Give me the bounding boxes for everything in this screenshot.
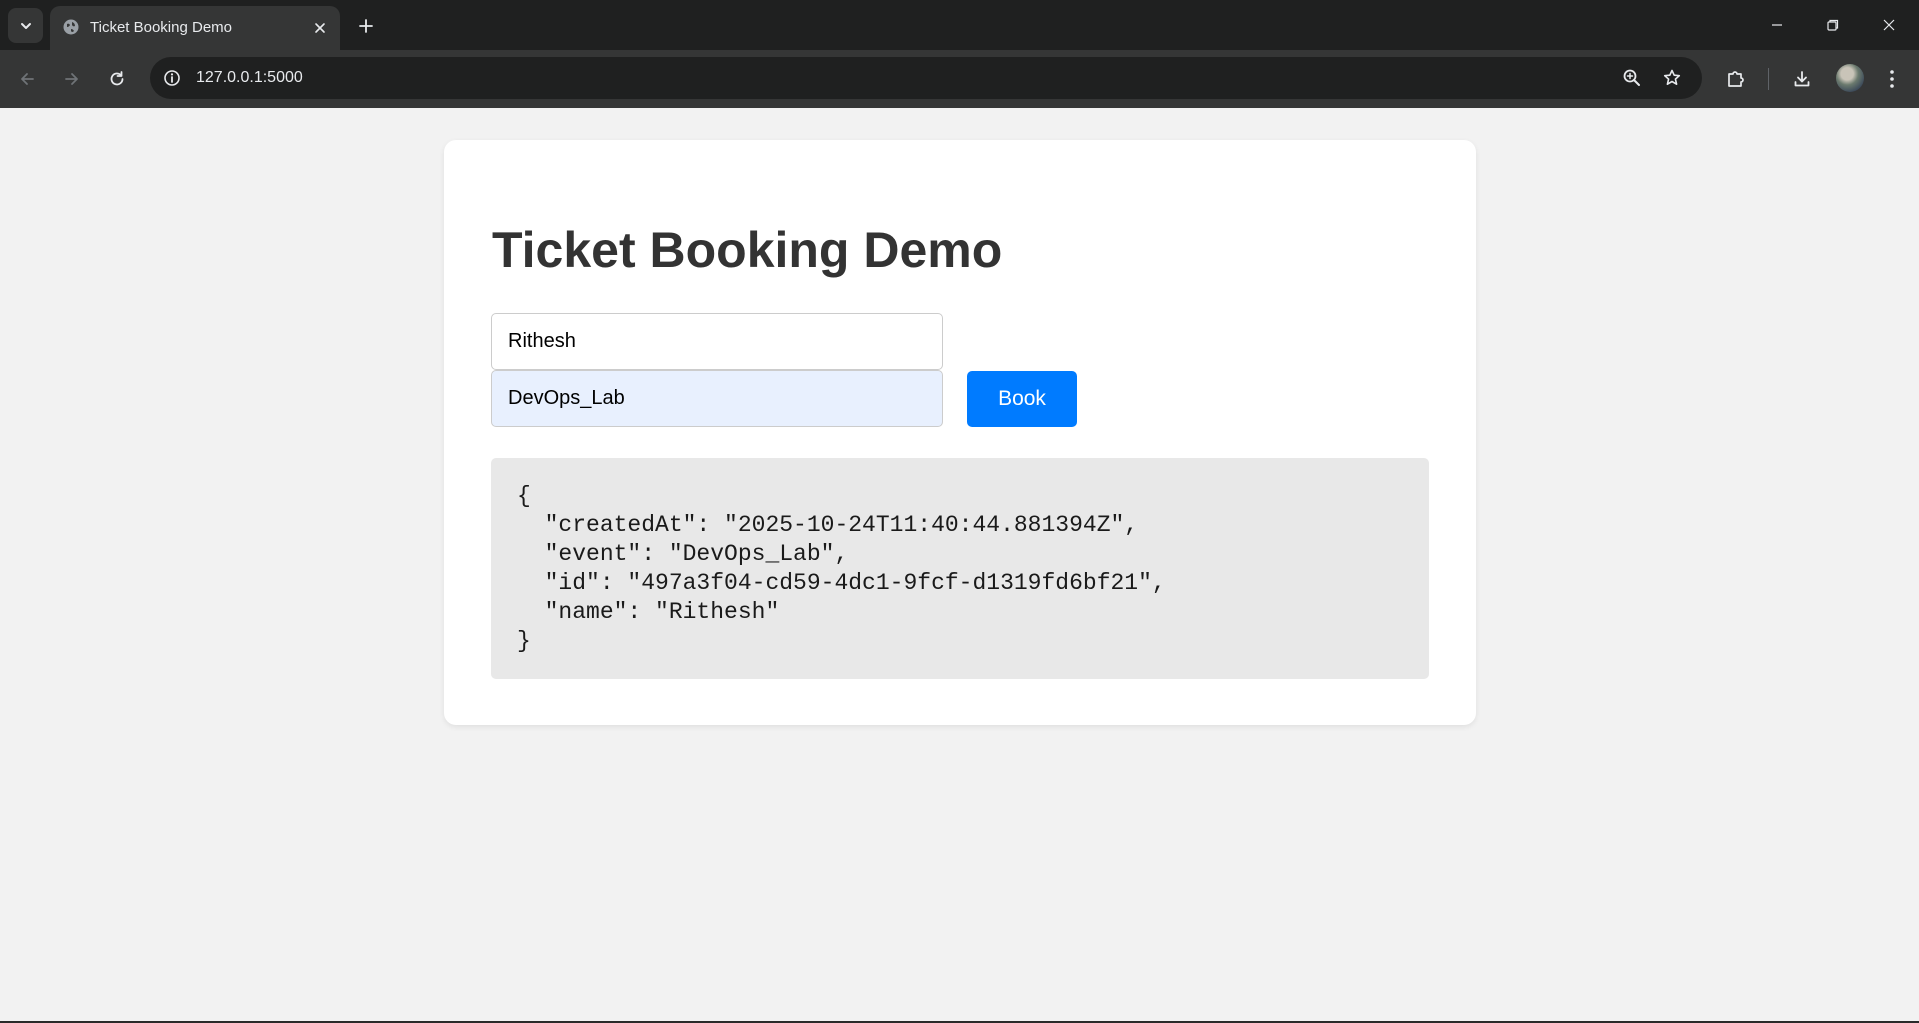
close-icon: [315, 23, 325, 33]
tab-title: Ticket Booking Demo: [90, 19, 233, 36]
new-tab-button[interactable]: [352, 12, 380, 40]
downloads-button[interactable]: [1785, 62, 1819, 96]
zoom-button[interactable]: [1619, 65, 1645, 91]
tab-strip: Ticket Booking Demo: [0, 0, 1919, 50]
tab-active[interactable]: Ticket Booking Demo: [50, 6, 340, 50]
kebab-menu-icon: [1890, 70, 1894, 88]
arrow-left-icon: [21, 73, 34, 85]
close-icon: [1883, 19, 1895, 31]
tab-search-button[interactable]: [8, 8, 43, 43]
minimize-button[interactable]: [1762, 10, 1792, 40]
event-input[interactable]: [491, 370, 943, 427]
forward-button[interactable]: [55, 62, 89, 96]
browser-toolbar: 127.0.0.1:5000: [0, 50, 1919, 108]
name-input[interactable]: [491, 313, 943, 370]
reload-button[interactable]: [100, 62, 134, 96]
star-icon: [1663, 69, 1681, 85]
back-button[interactable]: [10, 62, 44, 96]
browser-chrome: Ticket Booking Demo 127.0.0.1:5000: [0, 0, 1919, 108]
toolbar-divider: [1768, 68, 1769, 90]
globe-icon: [63, 19, 79, 35]
bookmark-button[interactable]: [1659, 65, 1685, 91]
restore-button[interactable]: [1818, 10, 1848, 40]
site-info-button[interactable]: [160, 66, 184, 90]
booking-result-json: { "createdAt": "2025-10-24T11:40:44.8813…: [491, 458, 1429, 679]
info-icon: [164, 70, 180, 86]
close-window-button[interactable]: [1874, 10, 1904, 40]
booking-card: Ticket Booking Demo Book { "createdAt": …: [444, 140, 1476, 725]
profile-avatar[interactable]: [1836, 64, 1864, 92]
book-button[interactable]: Book: [967, 371, 1077, 427]
puzzle-icon: [1728, 71, 1744, 87]
download-icon: [1794, 71, 1810, 87]
arrow-right-icon: [65, 73, 78, 85]
page-title: Ticket Booking Demo: [492, 222, 1003, 278]
chevron-down-icon: [20, 22, 31, 29]
tab-close-button[interactable]: [308, 16, 332, 40]
page-viewport: Ticket Booking Demo Book { "createdAt": …: [0, 108, 1919, 1021]
zoom-icon: [1623, 69, 1640, 86]
minimize-icon: [1772, 24, 1782, 26]
browser-menu-button[interactable]: [1875, 62, 1909, 96]
address-bar[interactable]: 127.0.0.1:5000: [150, 57, 1702, 99]
restore-icon: [1827, 19, 1839, 31]
extensions-button[interactable]: [1719, 62, 1753, 96]
reload-icon: [110, 71, 124, 86]
plus-icon: [359, 19, 373, 33]
address-url[interactable]: 127.0.0.1:5000: [196, 68, 303, 88]
